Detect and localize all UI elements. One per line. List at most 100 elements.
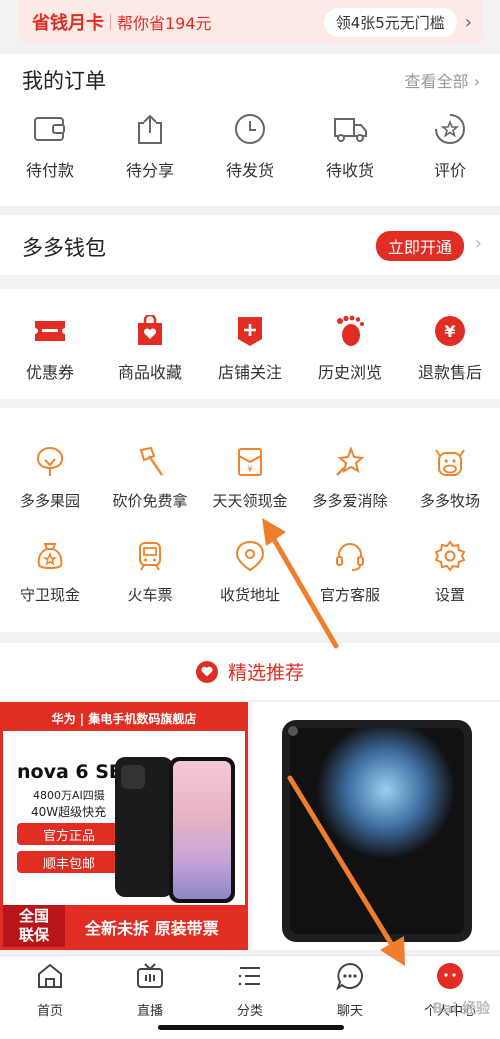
tablet-screen xyxy=(290,728,464,934)
tool-label: 砍价免费拿 xyxy=(112,492,188,510)
service-refund[interactable]: ¥ 退款售后 xyxy=(400,311,500,383)
guard-bag-icon xyxy=(35,536,65,576)
profile-icon xyxy=(436,962,464,994)
tool-settings[interactable]: 设置 xyxy=(400,536,500,605)
tool-bargain[interactable]: 砍价免费拿 xyxy=(100,442,200,511)
orders-title: 我的订单 xyxy=(22,69,106,93)
orders-card: 我的订单 查看全部 › 待付款 待分享 待发货 待收货 评价 xyxy=(0,54,500,206)
activate-wallet-button[interactable]: 立即开通 xyxy=(375,231,464,261)
national-warranty-badge: 全国 联保 xyxy=(3,905,65,947)
recommend-title: 精选推荐 xyxy=(227,662,304,684)
product-card-tablet[interactable] xyxy=(252,702,500,950)
monthly-card-banner[interactable]: 省钱月卡 帮你省194元 领4张5元无门槛 › xyxy=(18,0,482,44)
tools-card: 多多果园 砍价免费拿 ¥ 天天领现金 多多爱消除 多多牧场 守卫现金 火车票 收… xyxy=(0,408,500,632)
chevron-right-icon: › xyxy=(474,233,482,254)
svg-text:¥: ¥ xyxy=(444,322,455,341)
service-store-follow[interactable]: 店铺关注 xyxy=(200,311,300,383)
tool-train-tickets[interactable]: 火车票 xyxy=(100,536,200,605)
tool-label: 多多牧场 xyxy=(419,492,480,510)
phone-screen xyxy=(173,761,231,899)
review-star-icon xyxy=(434,109,466,149)
tablet-camera xyxy=(288,726,298,736)
tool-label: 多多果园 xyxy=(19,492,80,510)
service-label: 退款售后 xyxy=(417,363,482,382)
view-all-label: 查看全部 xyxy=(404,72,469,91)
tool-daily-cash[interactable]: ¥ 天天领现金 xyxy=(200,442,300,511)
list-icon xyxy=(236,962,264,994)
nav-chat[interactable]: 聊天 xyxy=(300,962,400,1019)
tool-guard-cash[interactable]: 守卫现金 xyxy=(0,536,100,605)
wallet-card[interactable]: 多多钱包 立即开通 › xyxy=(0,215,500,275)
nav-category[interactable]: 分类 xyxy=(200,962,300,1019)
tools-row-2: 守卫现金 火车票 收货地址 官方客服 设置 xyxy=(0,536,500,605)
cow-icon xyxy=(434,442,466,482)
location-icon xyxy=(235,536,265,576)
services-card: 优惠券 商品收藏 店铺关注 历史浏览 ¥ 退款售后 xyxy=(0,289,500,399)
view-all-orders-link[interactable]: 查看全部 › xyxy=(405,68,481,92)
star-wand-icon xyxy=(334,442,366,482)
order-status-label: 待分享 xyxy=(125,161,174,180)
home-indicator[interactable] xyxy=(158,1025,344,1030)
free-shipping-tag: 顺丰包邮 xyxy=(17,851,121,873)
camera-module xyxy=(121,765,145,789)
product-model: nova 6 SE xyxy=(17,761,122,783)
promo-coupon-pill[interactable]: 领4张5元无门槛 xyxy=(323,7,457,37)
service-label: 历史浏览 xyxy=(317,363,382,382)
tool-address[interactable]: 收货地址 xyxy=(200,536,300,605)
heart-icon xyxy=(195,660,218,683)
order-status-label: 待付款 xyxy=(25,161,74,180)
footprint-icon xyxy=(335,311,365,351)
tool-label: 官方客服 xyxy=(319,586,380,604)
coupon-icon xyxy=(34,311,66,351)
order-status-unpaid[interactable]: 待付款 xyxy=(0,109,100,181)
promo-title: 省钱月卡 xyxy=(32,13,104,34)
order-status-to-share[interactable]: 待分享 xyxy=(100,109,200,181)
product-card-phone[interactable]: 华为 | 集电手机数码旗舰店 nova 6 SE 4800万AI四摄 40W超级… xyxy=(0,702,248,950)
share-icon xyxy=(135,109,165,149)
phone-front-image xyxy=(169,757,235,903)
wallet-title: 多多钱包 xyxy=(22,236,106,260)
tool-label: 守卫现金 xyxy=(19,586,80,604)
train-icon xyxy=(136,536,164,576)
tv-icon xyxy=(136,962,164,994)
promo-subtitle: 帮你省194元 xyxy=(117,14,212,33)
order-status-label: 待收货 xyxy=(325,161,374,180)
axe-icon xyxy=(135,442,165,482)
home-icon xyxy=(36,962,64,994)
truck-icon xyxy=(332,109,368,149)
service-label: 优惠券 xyxy=(25,363,74,382)
recommend-header: 精选推荐 xyxy=(0,643,500,700)
service-favorites[interactable]: 商品收藏 xyxy=(100,311,200,383)
tool-label: 天天领现金 xyxy=(212,492,288,510)
tree-icon xyxy=(35,442,65,482)
phone-back-image xyxy=(115,757,173,897)
service-history[interactable]: 历史浏览 xyxy=(300,311,400,383)
services-row: 优惠券 商品收藏 店铺关注 历史浏览 ¥ 退款售后 xyxy=(0,311,500,383)
tool-orchard[interactable]: 多多果园 xyxy=(0,442,100,511)
clock-icon xyxy=(234,109,266,149)
product-bottom-banner: 全国 联保 全新未拆 原装带票 xyxy=(3,905,245,947)
order-status-review[interactable]: 评价 xyxy=(400,109,500,181)
tool-label: 收货地址 xyxy=(219,586,280,604)
brand-new-label: 全新未拆 原装带票 xyxy=(85,919,219,938)
store-follow-icon xyxy=(236,311,264,351)
product-feature-camera: 4800万AI四摄 xyxy=(33,789,105,802)
service-coupons[interactable]: 优惠券 xyxy=(0,311,100,383)
nav-live[interactable]: 直播 xyxy=(100,962,200,1019)
tool-match-game[interactable]: 多多爱消除 xyxy=(300,442,400,511)
order-status-to-ship[interactable]: 待发货 xyxy=(200,109,300,181)
tool-customer-service[interactable]: 官方客服 xyxy=(300,536,400,605)
order-status-label: 待发货 xyxy=(225,161,274,180)
nav-label: 分类 xyxy=(236,1004,263,1019)
gear-icon xyxy=(434,536,466,576)
tablet-image xyxy=(282,720,472,942)
tool-label: 设置 xyxy=(434,586,465,604)
nav-home[interactable]: 首页 xyxy=(0,962,100,1019)
chevron-right-icon: › xyxy=(464,11,472,33)
chat-icon xyxy=(336,962,364,994)
tool-ranch[interactable]: 多多牧场 xyxy=(400,442,500,511)
product-feature-charging: 40W超级快充 xyxy=(31,805,107,819)
official-genuine-tag: 官方正品 xyxy=(17,823,121,845)
order-status-to-receive[interactable]: 待收货 xyxy=(300,109,400,181)
app-screen: 省钱月卡 帮你省194元 领4张5元无门槛 › 我的订单 查看全部 › 待付款 … xyxy=(0,0,500,1039)
